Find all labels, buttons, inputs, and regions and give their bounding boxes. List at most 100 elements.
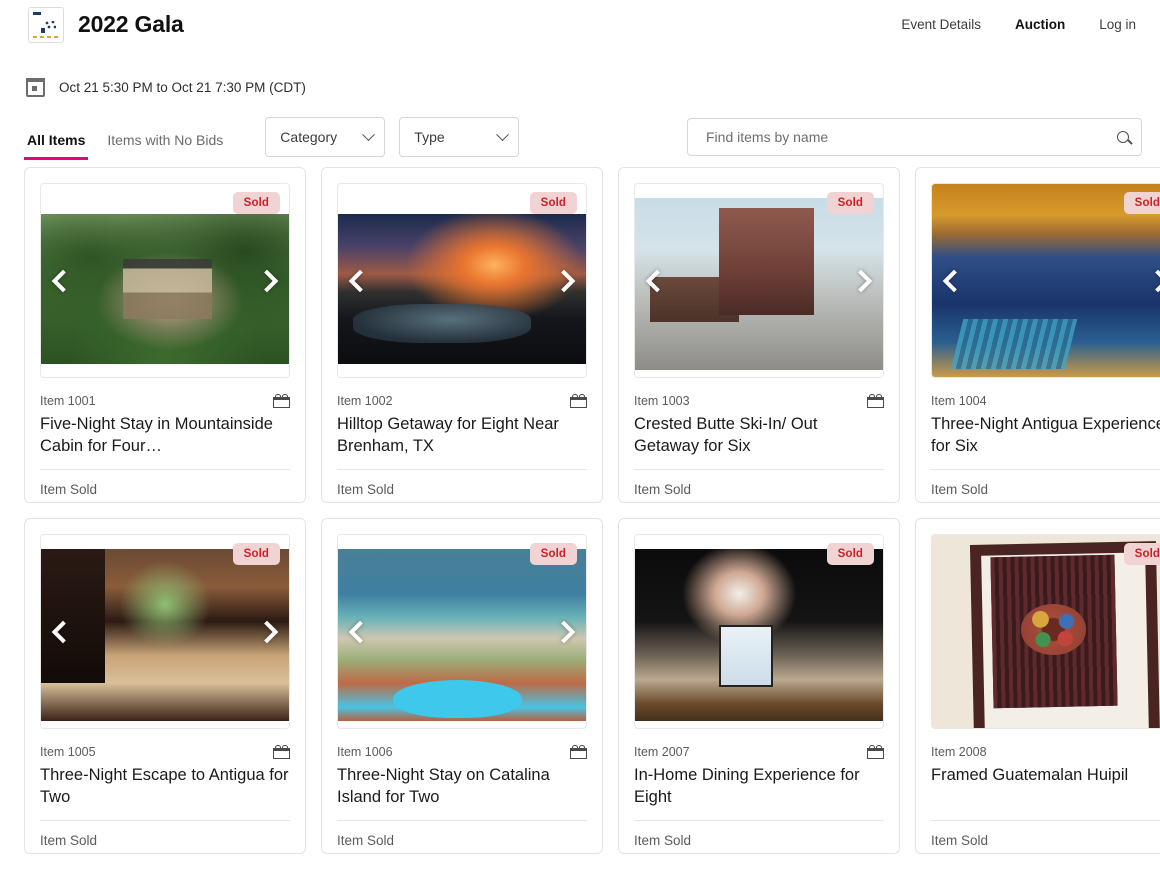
item-number: Item 1006 [337,745,393,759]
item-divider [40,820,290,821]
item-image-carousel[interactable]: Sold [40,183,290,378]
status-badge: Sold [1123,543,1160,565]
item-image-carousel[interactable]: Sold [337,534,587,729]
search-box[interactable] [687,118,1142,156]
event-date-text: Oct 21 5:30 PM to Oct 21 7:30 PM (CDT) [59,80,306,95]
status-badge: Sold [826,192,874,214]
item-title[interactable]: Hilltop Getaway for Eight Near Brenham, … [337,413,587,457]
status-badge: Sold [826,543,874,565]
nav-auction[interactable]: Auction [1015,17,1065,32]
item-image-carousel[interactable]: Sold [931,183,1160,378]
item-title[interactable]: Three-Night Stay on Catalina Island for … [337,764,587,808]
item-meta-row: Item 1002 [337,394,587,408]
item-photo [338,549,586,721]
item-number: Item 2008 [931,745,987,759]
gift-icon[interactable] [273,394,290,408]
item-number: Item 1003 [634,394,690,408]
item-title[interactable]: Three-Night Antigua Experience for Six [931,413,1160,457]
event-date-bar: Oct 21 5:30 PM to Oct 21 7:30 PM (CDT) [0,49,1160,107]
item-title[interactable]: Crested Butte Ski-In/ Out Getaway for Si… [634,413,884,457]
item-image-carousel[interactable]: Sold [337,183,587,378]
status-badge: Sold [529,192,577,214]
brand[interactable]: 2022 Gala [28,6,184,43]
status-badge: Sold [1123,192,1160,214]
auction-item-grid: Sold Item 1001 Five-Night Stay in Mountain… [0,167,1160,854]
item-divider [337,820,587,821]
item-title[interactable]: Five-Night Stay in Mountainside Cabin fo… [40,413,290,457]
item-number: Item 1002 [337,394,393,408]
item-photo [635,198,883,370]
item-number: Item 2007 [634,745,690,759]
auction-item-card[interactable]: Sold Item 1004 Three-Night Antigua Experie… [915,167,1160,503]
item-meta-row: Item 2007 [634,745,884,759]
item-status: Item Sold [634,482,692,497]
item-meta-row: Item 1003 [634,394,884,408]
item-meta-row: Item 1001 [40,394,290,408]
status-badge: Sold [232,543,280,565]
item-status: Item Sold [931,482,989,497]
item-divider [40,469,290,470]
filter-selects: Category Type [265,117,520,157]
item-image-carousel[interactable]: Sold [634,534,884,729]
item-title[interactable]: Framed Guatemalan Huipil [931,764,1160,808]
tab-all-items[interactable]: All Items [23,132,89,160]
item-divider [634,820,884,821]
auction-item-card[interactable]: Sold Item 1005 Three-Night Escape to Antig… [24,518,306,854]
item-status: Item Sold [40,833,98,848]
auction-item-card[interactable]: Sold Item 2007 In-Home Dining Experience f… [618,518,900,854]
item-meta-row: Item 1004 [931,394,1160,408]
page-header: 2022 Gala Event Details Auction Log in [0,0,1160,49]
item-status: Item Sold [337,833,395,848]
item-number: Item 1004 [931,394,987,408]
item-status: Item Sold [40,482,98,497]
auction-item-card[interactable]: Sold Item 1002 Hilltop Getaway for Eight N… [321,167,603,503]
auction-item-card[interactable]: Sold Item 1006 Three-Night Stay on Catalin… [321,518,603,854]
type-select[interactable]: Type [399,117,520,157]
item-meta-row: Item 2008 [931,745,1160,759]
item-divider [931,469,1160,470]
item-photo [635,549,883,721]
item-divider [337,469,587,470]
item-image-carousel[interactable]: Sold [634,183,884,378]
item-divider [931,820,1160,821]
nav-log-in[interactable]: Log in [1099,17,1136,32]
search-input[interactable] [704,128,1109,146]
item-photo [41,549,289,721]
nav-event-details[interactable]: Event Details [901,17,981,32]
event-logo-icon [28,6,64,43]
auction-item-card[interactable]: Sold Item 1003 Crested Butte Ski-In/ Out G… [618,167,900,503]
item-photo [41,214,289,364]
item-meta-row: Item 1006 [337,745,587,759]
item-meta-row: Item 1005 [40,745,290,759]
item-status: Item Sold [634,833,692,848]
category-select[interactable]: Category [265,117,386,157]
auction-item-card[interactable]: Sold Item 2008 Framed Guatemalan Huipil Ite… [915,518,1160,854]
page-title: 2022 Gala [78,11,184,37]
gift-icon[interactable] [867,745,884,759]
auction-item-card[interactable]: Sold Item 1001 Five-Night Stay in Mountain… [24,167,306,503]
calendar-icon [26,78,45,97]
item-photo [338,214,586,364]
gift-icon[interactable] [570,394,587,408]
item-image-carousel[interactable]: Sold [40,534,290,729]
gift-icon[interactable] [273,745,290,759]
item-number: Item 1001 [40,394,96,408]
item-title[interactable]: Three-Night Escape to Antigua for Two [40,764,290,808]
item-tabs: All Items Items with No Bids [23,114,223,160]
search-icon[interactable] [1117,131,1129,143]
chevron-down-icon [496,127,510,141]
item-image-carousel[interactable]: Sold [931,534,1160,729]
status-badge: Sold [232,192,280,214]
status-badge: Sold [529,543,577,565]
tab-items-with-no-bids[interactable]: Items with No Bids [107,132,223,160]
filter-bar: All Items Items with No Bids Category Ty… [0,107,1160,167]
chevron-down-icon [362,127,376,141]
gift-icon[interactable] [867,394,884,408]
item-title[interactable]: In-Home Dining Experience for Eight [634,764,884,808]
item-number: Item 1005 [40,745,96,759]
category-select-label: Category [280,129,338,145]
item-divider [634,469,884,470]
top-navigation: Event Details Auction Log in [901,17,1142,32]
gift-icon[interactable] [570,745,587,759]
item-status: Item Sold [337,482,395,497]
